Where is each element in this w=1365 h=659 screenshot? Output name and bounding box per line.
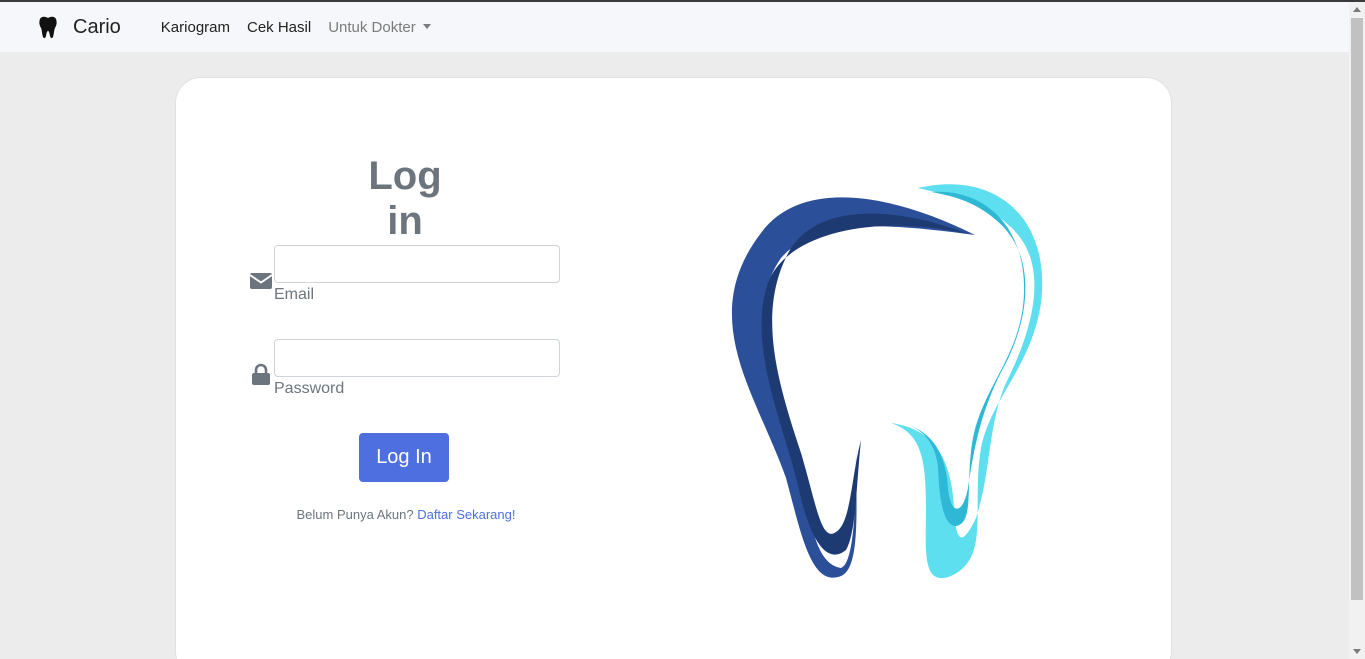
scroll-down-arrow-icon[interactable] <box>1353 649 1361 654</box>
caret-down-icon <box>422 23 431 29</box>
email-label: Email <box>274 286 315 303</box>
password-label: Password <box>274 380 345 397</box>
password-field[interactable] <box>274 339 560 377</box>
nav-link-kariogram[interactable]: Kariogram <box>161 19 230 36</box>
lock-icon <box>252 363 270 385</box>
scroll-thumb[interactable] <box>1351 18 1363 600</box>
register-link[interactable]: Daftar Sekarang! <box>417 507 515 522</box>
scroll-up-arrow-icon[interactable] <box>1353 7 1361 12</box>
register-prompt: Belum Punya Akun? Daftar Sekarang! <box>286 507 526 522</box>
page-title: Log in <box>368 154 442 243</box>
login-button[interactable]: Log In <box>359 433 449 482</box>
login-card: Log in Email Password Log In Belum Punya… <box>175 77 1172 659</box>
tooth-icon <box>39 16 57 39</box>
brand-name: Cario <box>73 15 121 38</box>
nav-dropdown-untuk-dokter[interactable]: Untuk Dokter <box>328 19 431 36</box>
nav-link-cek-hasil[interactable]: Cek Hasil <box>247 19 311 36</box>
register-prompt-text: Belum Punya Akun? <box>296 507 414 522</box>
nav-links: Kariogram Cek Hasil Untuk Dokter <box>161 19 448 36</box>
nav-dropdown-label: Untuk Dokter <box>328 18 416 36</box>
navbar: Cario Kariogram Cek Hasil Untuk Dokter <box>0 2 1349 52</box>
page-scrollbar[interactable] <box>1349 2 1365 659</box>
email-field[interactable] <box>274 245 560 283</box>
tooth-logo-icon <box>731 184 1043 579</box>
envelope-icon <box>250 273 272 289</box>
brand-link[interactable]: Cario <box>37 15 121 39</box>
